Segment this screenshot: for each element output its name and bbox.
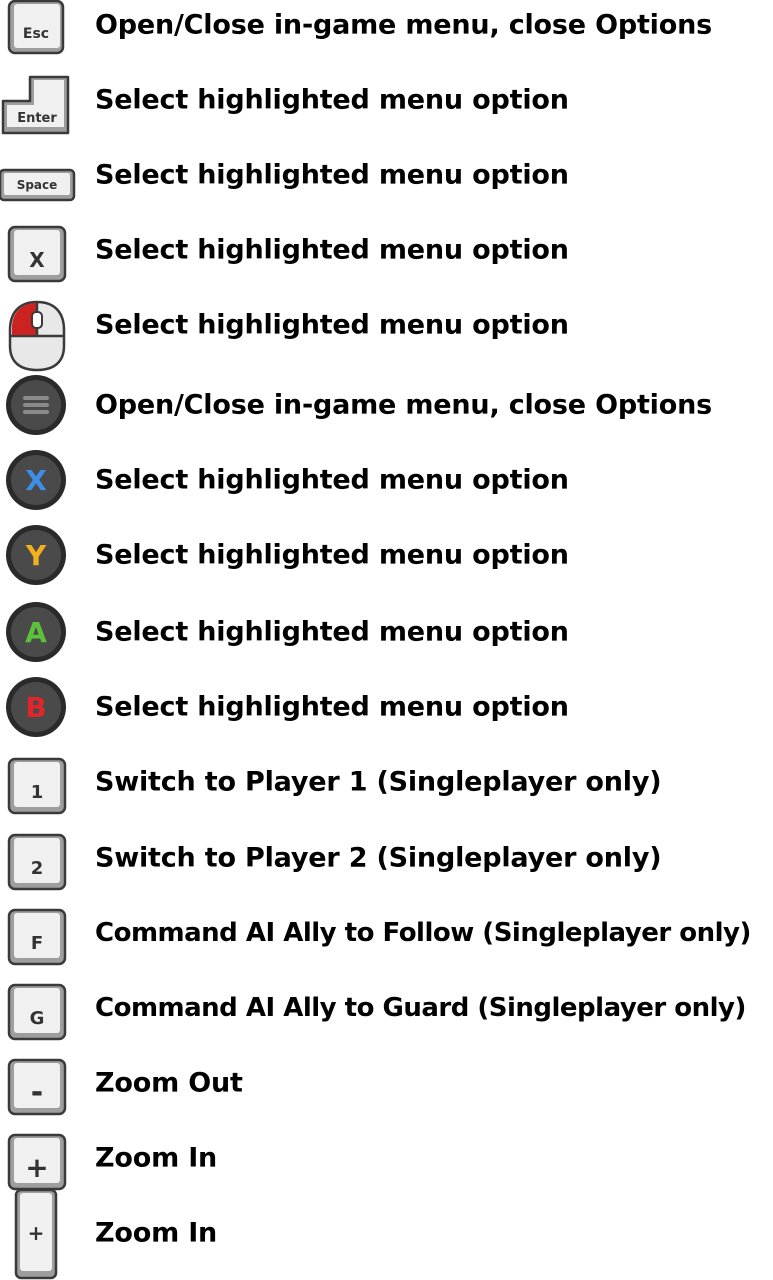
binding-action-label: Zoom In <box>95 1142 218 1174</box>
gamepad-x-text: X <box>25 464 47 497</box>
x-key-icon: X <box>0 215 80 285</box>
binding-action-label: Switch to Player 2 (Singleplayer only) <box>95 842 662 874</box>
binding-row-1-key: 1 Switch to Player 1 (Singleplayer only) <box>0 747 773 817</box>
binding-action-label: Select highlighted menu option <box>95 84 569 116</box>
binding-row-enter: Enter Select highlighted menu option <box>0 65 773 135</box>
binding-row-x-key: X Select highlighted menu option <box>0 215 773 285</box>
binding-action-label: Select highlighted menu option <box>95 159 569 191</box>
binding-action-label: Command AI Ally to Guard (Singleplayer o… <box>95 993 746 1023</box>
binding-row-esc: Esc Open/Close in-game menu, close Optio… <box>0 0 773 60</box>
g-key-text: G <box>30 1008 45 1029</box>
binding-action-label: Open/Close in-game menu, close Options <box>95 389 712 421</box>
binding-row-gamepad-menu: Open/Close in-game menu, close Options <box>0 370 773 440</box>
binding-action-label: Select highlighted menu option <box>95 464 569 496</box>
minus-key-icon: - <box>0 1048 80 1118</box>
gamepad-a-text: A <box>25 616 47 649</box>
binding-action-label: Select highlighted menu option <box>95 616 569 648</box>
binding-action-label: Select highlighted menu option <box>95 539 569 571</box>
binding-row-numpad-plus-key: + Zoom In <box>0 1188 773 1280</box>
plus-key-text: + <box>25 1151 48 1184</box>
binding-row-2-key: 2 Switch to Player 2 (Singleplayer only) <box>0 823 773 893</box>
x-key-text: X <box>29 248 45 272</box>
space-key-text: Space <box>17 178 58 192</box>
gamepad-b-button-icon: B <box>0 672 80 742</box>
gamepad-menu-button-icon <box>0 370 80 440</box>
binding-action-label: Zoom Out <box>95 1067 243 1099</box>
numpad-plus-key-icon: + <box>0 1188 80 1280</box>
binding-action-label: Switch to Player 1 (Singleplayer only) <box>95 766 662 798</box>
esc-key-icon: Esc <box>0 0 80 60</box>
binding-row-gamepad-a: A Select highlighted menu option <box>0 597 773 667</box>
f-key-icon: F <box>0 898 80 968</box>
f-key-text: F <box>31 933 43 954</box>
enter-key-text: Enter <box>17 111 57 126</box>
binding-row-space: Space Select highlighted menu option <box>0 140 773 210</box>
gamepad-y-text: Y <box>25 539 47 572</box>
binding-action-label: Zoom In <box>95 1217 218 1249</box>
2-key-icon: 2 <box>0 823 80 893</box>
binding-action-label: Command AI Ally to Follow (Singleplayer … <box>95 918 751 948</box>
space-key-icon: Space <box>0 140 80 210</box>
binding-row-mouse: Select highlighted menu option <box>0 290 773 372</box>
esc-key-text: Esc <box>23 26 49 42</box>
2-key-text: 2 <box>31 858 44 879</box>
binding-row-gamepad-y: Y Select highlighted menu option <box>0 520 773 590</box>
binding-row-g-key: G Command AI Ally to Guard (Singleplayer… <box>0 973 773 1043</box>
binding-action-label: Open/Close in-game menu, close Options <box>95 9 712 41</box>
gamepad-y-button-icon: Y <box>0 520 80 590</box>
numpad-plus-key-text: + <box>28 1221 45 1245</box>
minus-key-text: - <box>31 1075 43 1110</box>
enter-key-icon: Enter <box>0 65 80 135</box>
binding-action-label: Select highlighted menu option <box>95 691 569 723</box>
g-key-icon: G <box>0 973 80 1043</box>
binding-row-minus-key: - Zoom Out <box>0 1048 773 1118</box>
1-key-icon: 1 <box>0 747 80 817</box>
binding-row-gamepad-b: B Select highlighted menu option <box>0 672 773 742</box>
binding-action-label: Select highlighted menu option <box>95 309 569 341</box>
binding-row-gamepad-x: X Select highlighted menu option <box>0 445 773 515</box>
plus-key-icon: + <box>0 1123 80 1193</box>
binding-action-label: Select highlighted menu option <box>95 234 569 266</box>
binding-row-f-key: F Command AI Ally to Follow (Singleplaye… <box>0 898 773 968</box>
1-key-text: 1 <box>31 782 44 803</box>
binding-row-plus-key: + Zoom In <box>0 1123 773 1193</box>
gamepad-a-button-icon: A <box>0 597 80 667</box>
mouse-left-click-icon <box>0 290 80 372</box>
gamepad-x-button-icon: X <box>0 445 80 515</box>
gamepad-b-text: B <box>25 691 46 724</box>
